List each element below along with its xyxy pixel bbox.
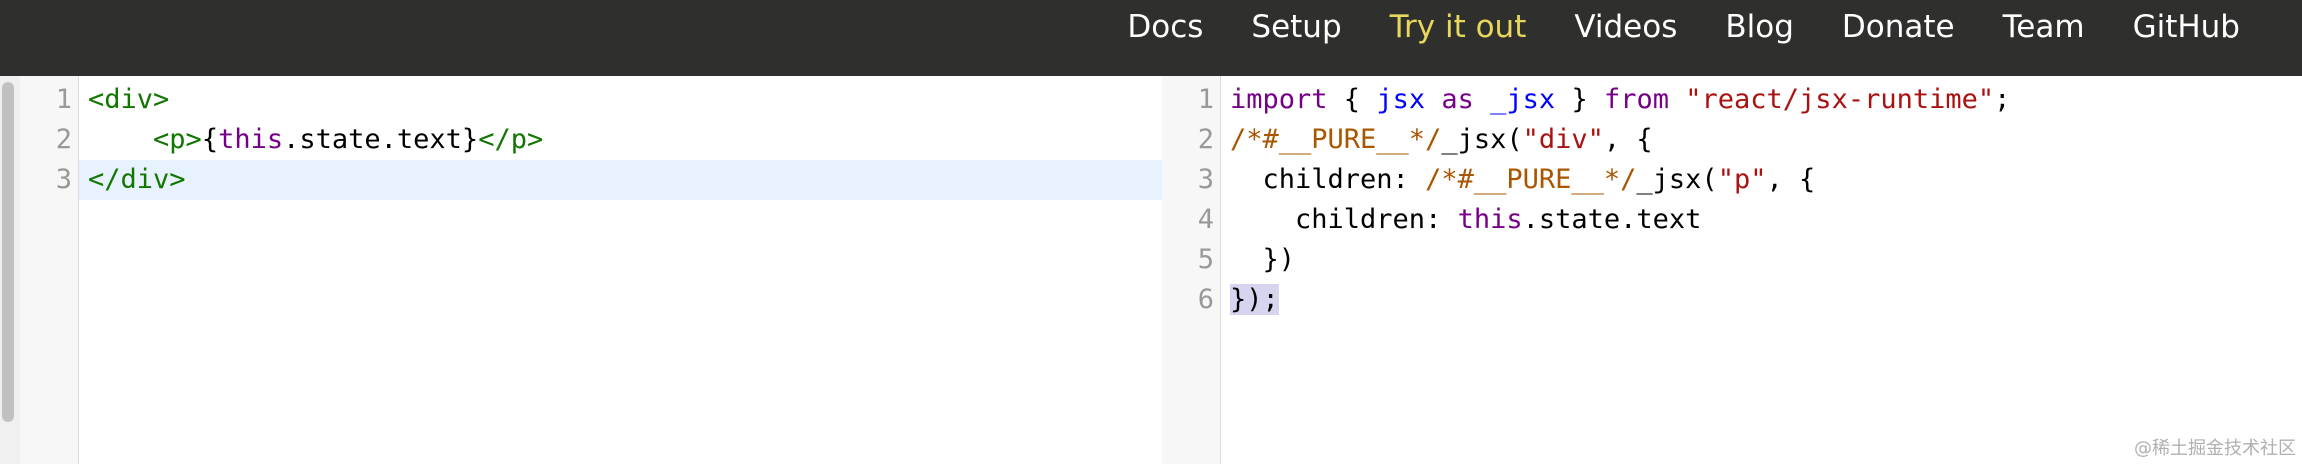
nav-links: Docs Setup Try it out Videos Blog Donate… [1079, 0, 2240, 54]
code-token: } [461, 124, 479, 155]
code-token: <div> [88, 84, 170, 115]
code-token: jsx [1376, 84, 1426, 115]
code-token: "react/jsx-runtime" [1685, 84, 1995, 115]
code-token: <p> [153, 124, 202, 155]
code-token: , { [1766, 164, 1816, 195]
watermark: @稀土掘金技术社区 [2134, 438, 2296, 459]
code-token: .state.text [1522, 204, 1702, 235]
nav-link-docs[interactable]: Docs [1127, 9, 1203, 45]
code-token: /*#__PURE__*/ [1230, 124, 1442, 155]
code-token: _jsx [1490, 84, 1556, 115]
code-token: }); [1230, 284, 1279, 315]
code-token: ; [1994, 84, 2011, 115]
code-token: as [1441, 84, 1474, 115]
code-line: children: /*#__PURE__*/_jsx("p", { [1230, 160, 1816, 200]
code-token: , { [1603, 124, 1653, 155]
output-code-editor[interactable]: 1 2 3 4 5 6 import { jsx as _jsx } from "react… [1162, 76, 2302, 464]
code-line: children: this.state.text [1230, 200, 1701, 240]
code-token: } [1555, 84, 1604, 115]
code-token: </p> [478, 124, 544, 155]
code-token: from [1603, 84, 1669, 115]
nav-link-setup[interactable]: Setup [1251, 9, 1341, 45]
nav-link-team[interactable]: Team [2003, 9, 2085, 45]
scrollbar-thumb[interactable] [2, 82, 14, 422]
code-token: _jsx( [1636, 164, 1718, 195]
code-line: /*#__PURE__*/_jsx("div", { [1230, 120, 1653, 160]
nav-link-try-it-out[interactable]: Try it out [1390, 9, 1527, 45]
nav-link-videos[interactable]: Videos [1574, 9, 1677, 45]
code-line: import { jsx as _jsx } from "react/jsx-r… [1230, 80, 2010, 120]
code-token: { [201, 124, 219, 155]
editor-scrollbar[interactable] [0, 76, 20, 464]
code-token: /*#__PURE__*/ [1425, 164, 1637, 195]
code-token: }) [1230, 244, 1296, 275]
code-line: <div> [88, 80, 169, 120]
line-number: 1 [1197, 84, 1214, 115]
code-line: }) [1230, 240, 1296, 280]
line-number: 3 [1197, 164, 1214, 195]
code-token: this [218, 124, 284, 155]
line-number: 6 [1197, 284, 1214, 315]
line-number: 4 [1197, 204, 1214, 235]
line-number: 1 [55, 84, 72, 115]
code-line: </div> [88, 160, 186, 200]
code-token: import [1230, 84, 1328, 115]
line-number: 2 [55, 124, 72, 155]
nav-link-github[interactable]: GitHub [2133, 9, 2240, 45]
code-token: _jsx( [1441, 124, 1523, 155]
nav-link-donate[interactable]: Donate [1842, 9, 1955, 45]
code-line: }); [1230, 280, 1279, 320]
code-token: this [1457, 204, 1523, 235]
line-number: 3 [55, 164, 72, 195]
active-line-highlight [79, 160, 1162, 200]
code-token: children: [1230, 204, 1458, 235]
code-token: .state.text [283, 124, 462, 155]
code-token: </div> [88, 164, 186, 195]
code-token: "p" [1717, 164, 1767, 195]
code-token: "div" [1522, 124, 1604, 155]
code-line: <p>{this.state.text}</p> [88, 120, 543, 160]
line-number: 2 [1197, 124, 1214, 155]
input-code-editor[interactable]: 1 2 3 <div> <p>{this.state.text}</p> </div> [0, 76, 1162, 464]
top-navigation-bar: Docs Setup Try it out Videos Blog Donate… [0, 0, 2302, 76]
line-number: 5 [1197, 244, 1214, 275]
code-token: children: [1230, 164, 1426, 195]
code-token: { [1327, 84, 1377, 115]
nav-link-blog[interactable]: Blog [1725, 9, 1794, 45]
